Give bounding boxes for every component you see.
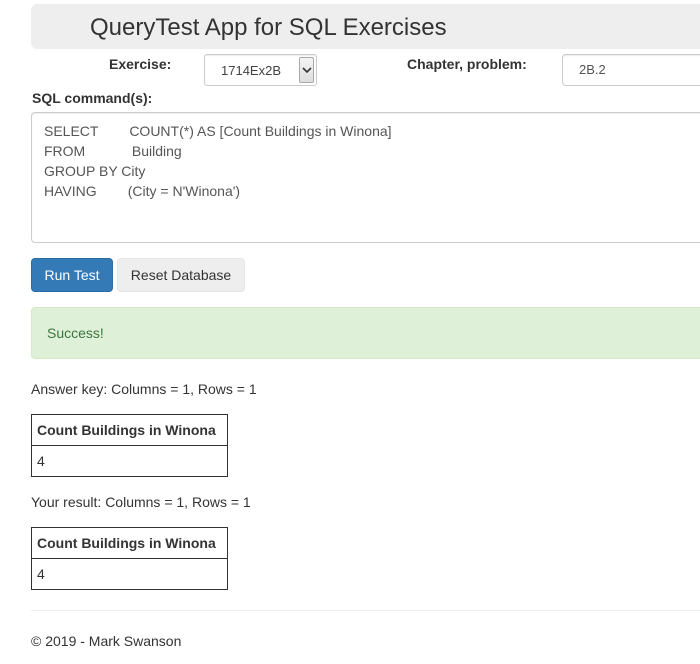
sql-command-textarea[interactable]: SELECT COUNT(*) AS [Count Buildings in W…	[31, 112, 700, 243]
table-cell: 4	[31, 445, 228, 477]
sql-command-label: SQL command(s):	[32, 90, 153, 106]
sql-line: SELECT COUNT(*) AS [Count Buildings in W…	[44, 123, 392, 139]
table-cell: 4	[31, 558, 228, 590]
table-header-cell: Count Buildings in Winona	[31, 527, 228, 559]
your-result-caption: Your result: Columns = 1, Rows = 1	[31, 494, 251, 510]
table-header-row: Count Buildings in Winona	[31, 414, 228, 446]
answer-key-caption: Answer key: Columns = 1, Rows = 1	[31, 381, 257, 397]
footer-copyright: © 2019 - Mark Swanson	[31, 633, 182, 649]
sql-line: FROM Building	[44, 143, 182, 159]
table-row: 4	[31, 558, 228, 590]
chevron-down-icon[interactable]	[299, 57, 314, 83]
your-result-table: Count Buildings in Winona 4	[31, 527, 228, 590]
exercise-label: Exercise:	[109, 56, 172, 72]
page-title: QueryTest App for SQL Exercises	[90, 14, 447, 41]
table-header-row: Count Buildings in Winona	[31, 527, 228, 559]
exercise-select[interactable]: 1714Ex2B	[204, 54, 317, 86]
chapter-problem-input[interactable]: 2B.2	[562, 54, 700, 86]
footer-divider	[31, 610, 700, 611]
reset-database-button[interactable]: Reset Database	[117, 258, 245, 292]
header-jumbotron: QueryTest App for SQL Exercises	[31, 4, 700, 49]
run-test-button[interactable]: Run Test	[31, 258, 113, 292]
sql-line: HAVING (City = N'Winona')	[44, 183, 241, 199]
exercise-select-value: 1714Ex2B	[221, 63, 281, 78]
table-row: 4	[31, 445, 228, 477]
answer-key-table: Count Buildings in Winona 4	[31, 414, 228, 477]
sql-line: GROUP BY City	[44, 163, 146, 179]
table-header-cell: Count Buildings in Winona	[31, 414, 228, 446]
chapter-problem-label: Chapter, problem:	[407, 56, 527, 72]
success-alert: Success!	[31, 307, 700, 359]
